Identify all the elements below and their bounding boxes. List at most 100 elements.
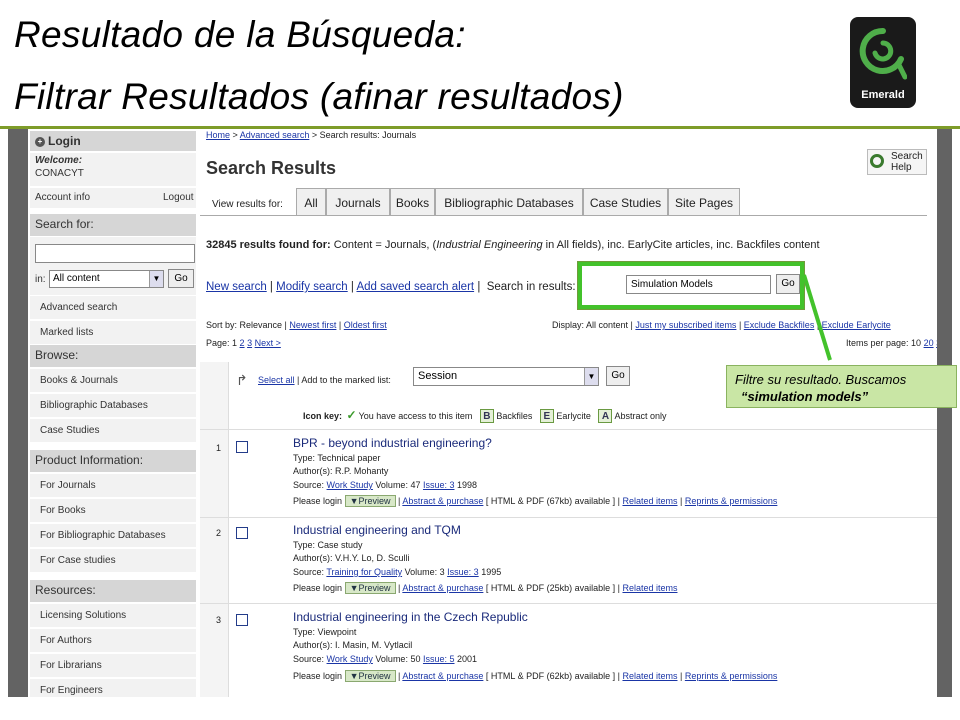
preview-button[interactable]: ▼Preview: [344, 670, 396, 682]
sep: |: [269, 281, 273, 293]
issue-link[interactable]: Issue: 3: [447, 567, 479, 577]
new-search-link[interactable]: New search: [206, 281, 267, 293]
related-items-link[interactable]: Related items: [622, 671, 677, 681]
sidebar-item-for-librarians[interactable]: For Librarians: [30, 653, 196, 677]
sidebar-item-for-journals[interactable]: For Journals: [30, 473, 196, 497]
sidebar: + Login Welcome: CONACYT Account info Log…: [28, 129, 198, 697]
result-title[interactable]: Industrial engineering in the Czech Repu…: [293, 610, 528, 624]
related-items-link[interactable]: Related items: [622, 583, 677, 593]
sort-oldest-link[interactable]: Oldest first: [344, 320, 387, 330]
tab-bibliographic-databases[interactable]: Bibliographic Databases: [435, 188, 583, 215]
preview-button[interactable]: ▼Preview: [344, 582, 396, 594]
source-link[interactable]: Work Study: [327, 480, 373, 490]
source-link[interactable]: Training for Quality: [326, 567, 402, 577]
chevron-down-icon: ▼: [584, 368, 598, 385]
sidebar-item-licensing-solutions[interactable]: Licensing Solutions: [30, 603, 196, 627]
format-info: [ HTML & PDF (67kb) available ]: [485, 496, 616, 506]
select-all-link[interactable]: Select all: [258, 375, 295, 385]
exclude-earlycite-link[interactable]: Exclude Earlycite: [822, 320, 891, 330]
tab-case-studies[interactable]: Case Studies: [583, 188, 668, 215]
tab-journals[interactable]: Journals: [326, 188, 390, 215]
earlycite-text: Earlycite: [556, 411, 591, 421]
modify-search-link[interactable]: Modify search: [276, 281, 348, 293]
marked-list-value: Session: [418, 370, 458, 382]
marked-list-go-button[interactable]: Go: [606, 366, 630, 386]
abstract-purchase-link[interactable]: Abstract & purchase: [402, 496, 483, 506]
result-checkbox[interactable]: [236, 614, 248, 626]
sidebar-item-bibliographic-databases[interactable]: Bibliographic Databases: [30, 393, 196, 417]
sidebar-item-for-engineers[interactable]: For Engineers: [30, 678, 196, 697]
sidebar-go-button[interactable]: Go: [168, 269, 194, 288]
related-items-link[interactable]: Related items: [622, 496, 677, 506]
please-login: Please login: [293, 496, 343, 506]
scope-value: All content: [53, 273, 100, 284]
browse-header: Browse:: [30, 345, 196, 367]
exclude-backfiles-link[interactable]: Exclude Backfiles: [744, 320, 815, 330]
breadcrumb-advanced-search[interactable]: Advanced search: [240, 130, 310, 140]
login-header[interactable]: + Login: [30, 131, 196, 151]
page-title: Search Results: [206, 158, 337, 178]
result-title[interactable]: BPR - beyond industrial engineering?: [293, 436, 492, 450]
tab-all[interactable]: All: [296, 188, 326, 215]
tab-site-pages[interactable]: Site Pages: [668, 188, 740, 215]
sort-newest-link[interactable]: Newest first: [289, 320, 336, 330]
result-actions: Please login ▼Preview | Abstract & purch…: [293, 670, 778, 682]
result-title[interactable]: Industrial engineering and TQM: [293, 523, 461, 537]
source-year: 2001: [457, 654, 478, 664]
reprints-link[interactable]: Reprints & permissions: [685, 671, 778, 681]
sidebar-item-case-studies[interactable]: Case Studies: [30, 418, 196, 442]
preview-button[interactable]: ▼Preview: [344, 495, 396, 507]
results-query-c: in All fields), inc. EarlyCite articles,…: [542, 239, 820, 251]
issue-link[interactable]: Issue: 5: [423, 654, 455, 664]
items-30-link[interactable]: 30: [936, 338, 937, 348]
reprints-link[interactable]: Reprints & permissions: [685, 496, 778, 506]
issue-link[interactable]: Issue: 3: [423, 480, 455, 490]
result-number: 3: [216, 615, 222, 625]
action-links: New search | Modify search | Add saved s…: [206, 281, 576, 293]
sidebar-item-books-journals[interactable]: Books & Journals: [30, 368, 196, 392]
scope-select[interactable]: All content ▼: [49, 270, 164, 288]
result-checkbox[interactable]: [236, 527, 248, 539]
sidebar-item-for-bibliographic-databases[interactable]: For Bibliographic Databases: [30, 523, 196, 547]
items-20-link[interactable]: 20: [924, 338, 934, 348]
page-3-link[interactable]: 3: [247, 338, 252, 348]
sidebar-item-marked-lists[interactable]: Marked lists: [30, 320, 196, 344]
result-source: Source: Work Study Volume: 47 Issue: 3 1…: [293, 480, 477, 490]
results-summary: 32845 results found for: Content = Journ…: [206, 239, 820, 251]
slide: Resultado de la Búsqueda: Filtrar Result…: [0, 0, 960, 720]
sidebar-item-for-authors[interactable]: For Authors: [30, 628, 196, 652]
sidebar-item-for-books[interactable]: For Books: [30, 498, 196, 522]
page-2-link[interactable]: 2: [240, 338, 245, 348]
abstract-purchase-link[interactable]: Abstract & purchase: [402, 671, 483, 681]
welcome-label: Welcome:: [35, 155, 83, 166]
sidebar-item-for-case-studies[interactable]: For Case studies: [30, 548, 196, 572]
search-help-button[interactable]: Search Help: [867, 149, 927, 175]
row-divider: [200, 517, 937, 518]
add-saved-search-alert-link[interactable]: Add saved search alert: [356, 281, 474, 293]
breadcrumb-home[interactable]: Home: [206, 130, 230, 140]
next-page-link[interactable]: Next >: [255, 338, 281, 348]
logout-link[interactable]: Logout: [163, 192, 194, 203]
just-subscribed-link[interactable]: Just my subscribed items: [635, 320, 736, 330]
earlycite-badge-icon: E: [539, 409, 554, 423]
page-label: Page: 1: [206, 338, 238, 348]
abstract-purchase-link[interactable]: Abstract & purchase: [402, 583, 483, 593]
chevron-down-icon: ▼: [149, 271, 163, 287]
tab-books[interactable]: Books: [390, 188, 435, 215]
backfiles-badge-icon: B: [479, 409, 494, 423]
welcome-box: Welcome: CONACYT: [30, 153, 196, 186]
please-login: Please login: [293, 583, 343, 593]
marked-list-select[interactable]: Session ▼: [413, 367, 599, 386]
sidebar-search-input[interactable]: [35, 244, 195, 263]
abstract-only-badge-icon: A: [598, 409, 613, 423]
tabs-divider: [200, 215, 927, 216]
source-link[interactable]: Work Study: [327, 654, 373, 664]
sidebar-item-advanced-search[interactable]: Advanced search: [30, 295, 196, 319]
account-info-link[interactable]: Account info: [35, 192, 90, 203]
in-label: in:: [35, 274, 46, 285]
result-checkbox[interactable]: [236, 441, 248, 453]
source-year: 1998: [457, 480, 478, 490]
icon-key-row: Icon key: ✓ You have access to this item …: [303, 408, 666, 423]
result-number: 2: [216, 528, 222, 538]
login-icon: +: [35, 137, 45, 147]
